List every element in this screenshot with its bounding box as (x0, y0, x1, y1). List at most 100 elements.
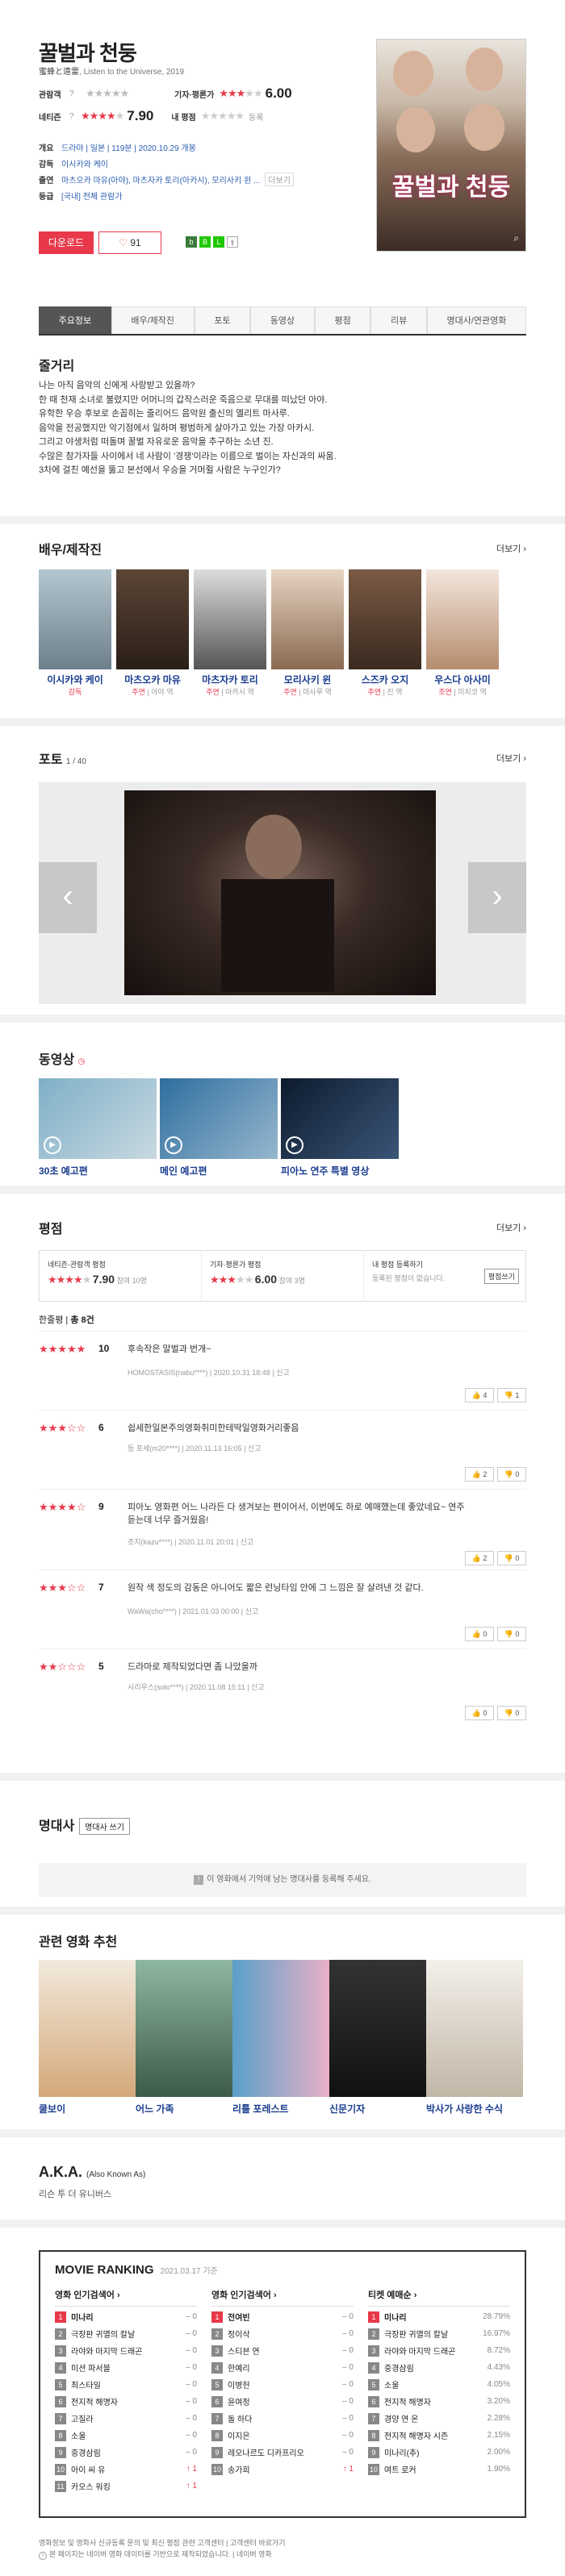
tab-review[interactable]: 리뷰 (370, 306, 427, 334)
thumbs-down-button[interactable]: 👎 0 (497, 1627, 526, 1641)
ranking-row[interactable]: 8 이지은 – 0 (211, 2427, 354, 2444)
related-movie[interactable]: 박사가 사랑한 수식 (426, 1960, 523, 2115)
rank-change: – 0 (342, 2312, 354, 2321)
ranking-row[interactable]: 2 정이삭 – 0 (211, 2325, 354, 2342)
thumbs-down-button[interactable]: 👎 0 (497, 1467, 526, 1482)
video-item[interactable]: ▶ 피아노 연주 특별 영상 (281, 1078, 399, 1178)
ranking-row[interactable]: 8 소울 – 0 (55, 2427, 197, 2444)
rank-number: 3 (368, 2345, 379, 2357)
share-icon[interactable]: ⇪ (227, 236, 238, 248)
ranking-row[interactable]: 4 중경삼림 4.43% (368, 2359, 510, 2376)
ranking-row[interactable]: 4 한예리 – 0 (211, 2359, 354, 2376)
write-rating-button[interactable]: 평점쓰기 (483, 1269, 519, 1284)
ranking-row[interactable]: 11 카오스 워킹 ↑ 1 (55, 2478, 197, 2495)
thumbs-up-button[interactable]: 👍 0 (465, 1627, 494, 1641)
rating-title: 평점 (39, 1223, 63, 1236)
rating-more-link[interactable]: 더보기 › (496, 1221, 526, 1234)
ranking-row[interactable]: 5 이병헌 – 0 (211, 2376, 354, 2393)
ranking-row[interactable]: 3 스티븐 연 – 0 (211, 2342, 354, 2359)
thumbs-up-button[interactable]: 👍 2 (465, 1551, 494, 1565)
cast-member[interactable]: 우스다 아사미 조연 | 미치코 역 (426, 569, 499, 697)
divider (0, 2129, 565, 2137)
ranking-row[interactable]: 5 최스타일 – 0 (55, 2376, 197, 2393)
ranking-row[interactable]: 8 전지적 해명자 시즌 2.15% (368, 2427, 510, 2444)
cast-row: 출연 마츠오카 마유(아야), 마츠자카 토리(아카시), 모리사키 윈 ...… (39, 172, 294, 186)
share-line-icon[interactable]: L (213, 236, 224, 248)
thumbs-up-button[interactable]: 👍 4 (465, 1388, 494, 1403)
rank-number: 2 (211, 2328, 223, 2340)
rank-name: 미나리 (384, 2314, 407, 2323)
ranking-row[interactable]: 2 극장판 귀멸의 칼날 16.97% (368, 2325, 510, 2342)
related-movie[interactable]: 리틀 포레스트 (232, 1960, 329, 2115)
cast-more-link[interactable]: 더보기 › (496, 542, 526, 555)
ranking-row[interactable]: 6 윤여정 – 0 (211, 2393, 354, 2410)
ranking-row[interactable]: 9 중경삼림 – 0 (55, 2444, 197, 2461)
cast-member[interactable]: 마츠자카 토리 주연 | 아카시 역 (194, 569, 266, 697)
tab-cast[interactable]: 배우/제작진 (111, 306, 195, 334)
netizen-rating-row: 네티즌 ? ★★★★★ 7.90 내 평점 ★★★★★ 등록 (39, 108, 264, 123)
prev-photo-button[interactable]: ‹ (39, 862, 97, 933)
share-band-icon[interactable]: B (199, 236, 211, 248)
ranking-row[interactable]: 2 극장판 귀멸의 칼날 – 0 (55, 2325, 197, 2342)
rank-change: 3.20% (487, 2397, 510, 2406)
ranking-row[interactable]: 10 아이 씨 유 ↑ 1 (55, 2461, 197, 2478)
related-title: 관련 영화 추천 (39, 1936, 118, 1949)
cast-member[interactable]: 이시카와 케이 감독 (39, 569, 111, 697)
thumbs-up-button[interactable]: 👍 2 (465, 1467, 494, 1482)
ranking-row[interactable]: 7 돌 하다 – 0 (211, 2410, 354, 2427)
rank-change: – 0 (342, 2397, 354, 2406)
rank-change: 2.15% (487, 2431, 510, 2440)
cast-member[interactable]: 모리사키 윈 주연 | 마사루 역 (271, 569, 344, 697)
video-item[interactable]: ▶ 30초 예고편 (39, 1078, 157, 1178)
cast-member[interactable]: 마츠오카 마유 주연 | 아야 역 (116, 569, 189, 697)
cast-photo (39, 569, 111, 669)
ranking-row[interactable]: 4 미션 파서블 – 0 (55, 2359, 197, 2376)
ranking-row[interactable]: 3 라야와 마지막 드래곤 – 0 (55, 2342, 197, 2359)
rank-number: 7 (368, 2412, 379, 2424)
tab-quotes-related[interactable]: 명대사/연관영화 (426, 306, 527, 334)
ranking-row[interactable]: 9 레오나르도 디카프리오 – 0 (211, 2444, 354, 2461)
cast-member[interactable]: 스즈카 오지 주연 | 진 역 (349, 569, 421, 697)
ranking-row[interactable]: 1 전여빈 – 0 (211, 2308, 354, 2325)
more-cast-link[interactable]: 더보기 (265, 172, 294, 186)
thumbs-up-button[interactable]: 👍 0 (465, 1706, 494, 1720)
thumbs-down-button[interactable]: 👎 0 (497, 1551, 526, 1565)
related-movie[interactable]: 어느 가족 (136, 1960, 232, 2115)
write-quote-button[interactable]: 명대사 쓰기 (79, 1818, 130, 1836)
related-list: 쿨보이 어느 가족 리틀 포레스트 신문기자 박사가 사랑한 수식 (39, 1960, 523, 2115)
related-movie[interactable]: 쿨보이 (39, 1960, 136, 2115)
tab-video[interactable]: 동영상 (250, 306, 315, 334)
related-poster (426, 1960, 523, 2097)
rank-name: 전여빈 (228, 2314, 250, 2323)
ranking-row[interactable]: 10 송가희 ↑ 1 (211, 2461, 354, 2478)
new-icon: ◷ (77, 1057, 86, 1066)
ranking-row[interactable]: 3 라야와 마지막 드래곤 8.72% (368, 2342, 510, 2359)
thumbs-down-button[interactable]: 👎 1 (497, 1388, 526, 1403)
share-blog-icon[interactable]: b (186, 236, 197, 248)
ranking-row[interactable]: 1 미나리 – 0 (55, 2308, 197, 2325)
ranking-row[interactable]: 7 고질라 – 0 (55, 2410, 197, 2427)
ranking-row[interactable]: 7 경양 연 온 2.28% (368, 2410, 510, 2427)
tab-rating[interactable]: 평점 (314, 306, 371, 334)
thumbs-down-button[interactable]: 👎 0 (497, 1706, 526, 1720)
ranking-row[interactable]: 5 소울 4.05% (368, 2376, 510, 2393)
rank-number: 5 (368, 2378, 379, 2391)
photo-main-image[interactable] (124, 790, 436, 995)
video-item[interactable]: ▶ 메인 예고편 (160, 1078, 278, 1178)
related-movie[interactable]: 신문기자 (329, 1960, 426, 2115)
my-rating-stars[interactable]: ★★★★★ (201, 110, 245, 123)
ranking-row[interactable]: 6 전지적 해명자 – 0 (55, 2393, 197, 2410)
tab-photo[interactable]: 포토 (194, 306, 251, 334)
ranking-row[interactable]: 9 미나리(추) 2.00% (368, 2444, 510, 2461)
download-button[interactable]: 다운로드 (39, 231, 94, 254)
ranking-row[interactable]: 1 미나리 28.79% (368, 2308, 510, 2325)
like-button[interactable]: ♡ 91 (98, 231, 161, 254)
movie-poster[interactable]: 꿀벌과 천둥 ⌕ (376, 39, 526, 252)
tab-main-info[interactable]: 주요정보 (39, 306, 111, 334)
share-buttons: b B L ⇪ (186, 236, 238, 248)
ranking-row[interactable]: 6 전지적 해명자 3.20% (368, 2393, 510, 2410)
footer: 영화정보 및 영화사 신규등록 문의 및 최신 평점 관련 고객센터 | 고객센… (39, 2539, 286, 2560)
ranking-row[interactable]: 10 여트 로커 1.90% (368, 2461, 510, 2478)
next-photo-button[interactable]: › (468, 862, 526, 933)
photo-more-link[interactable]: 더보기 › (496, 752, 526, 765)
